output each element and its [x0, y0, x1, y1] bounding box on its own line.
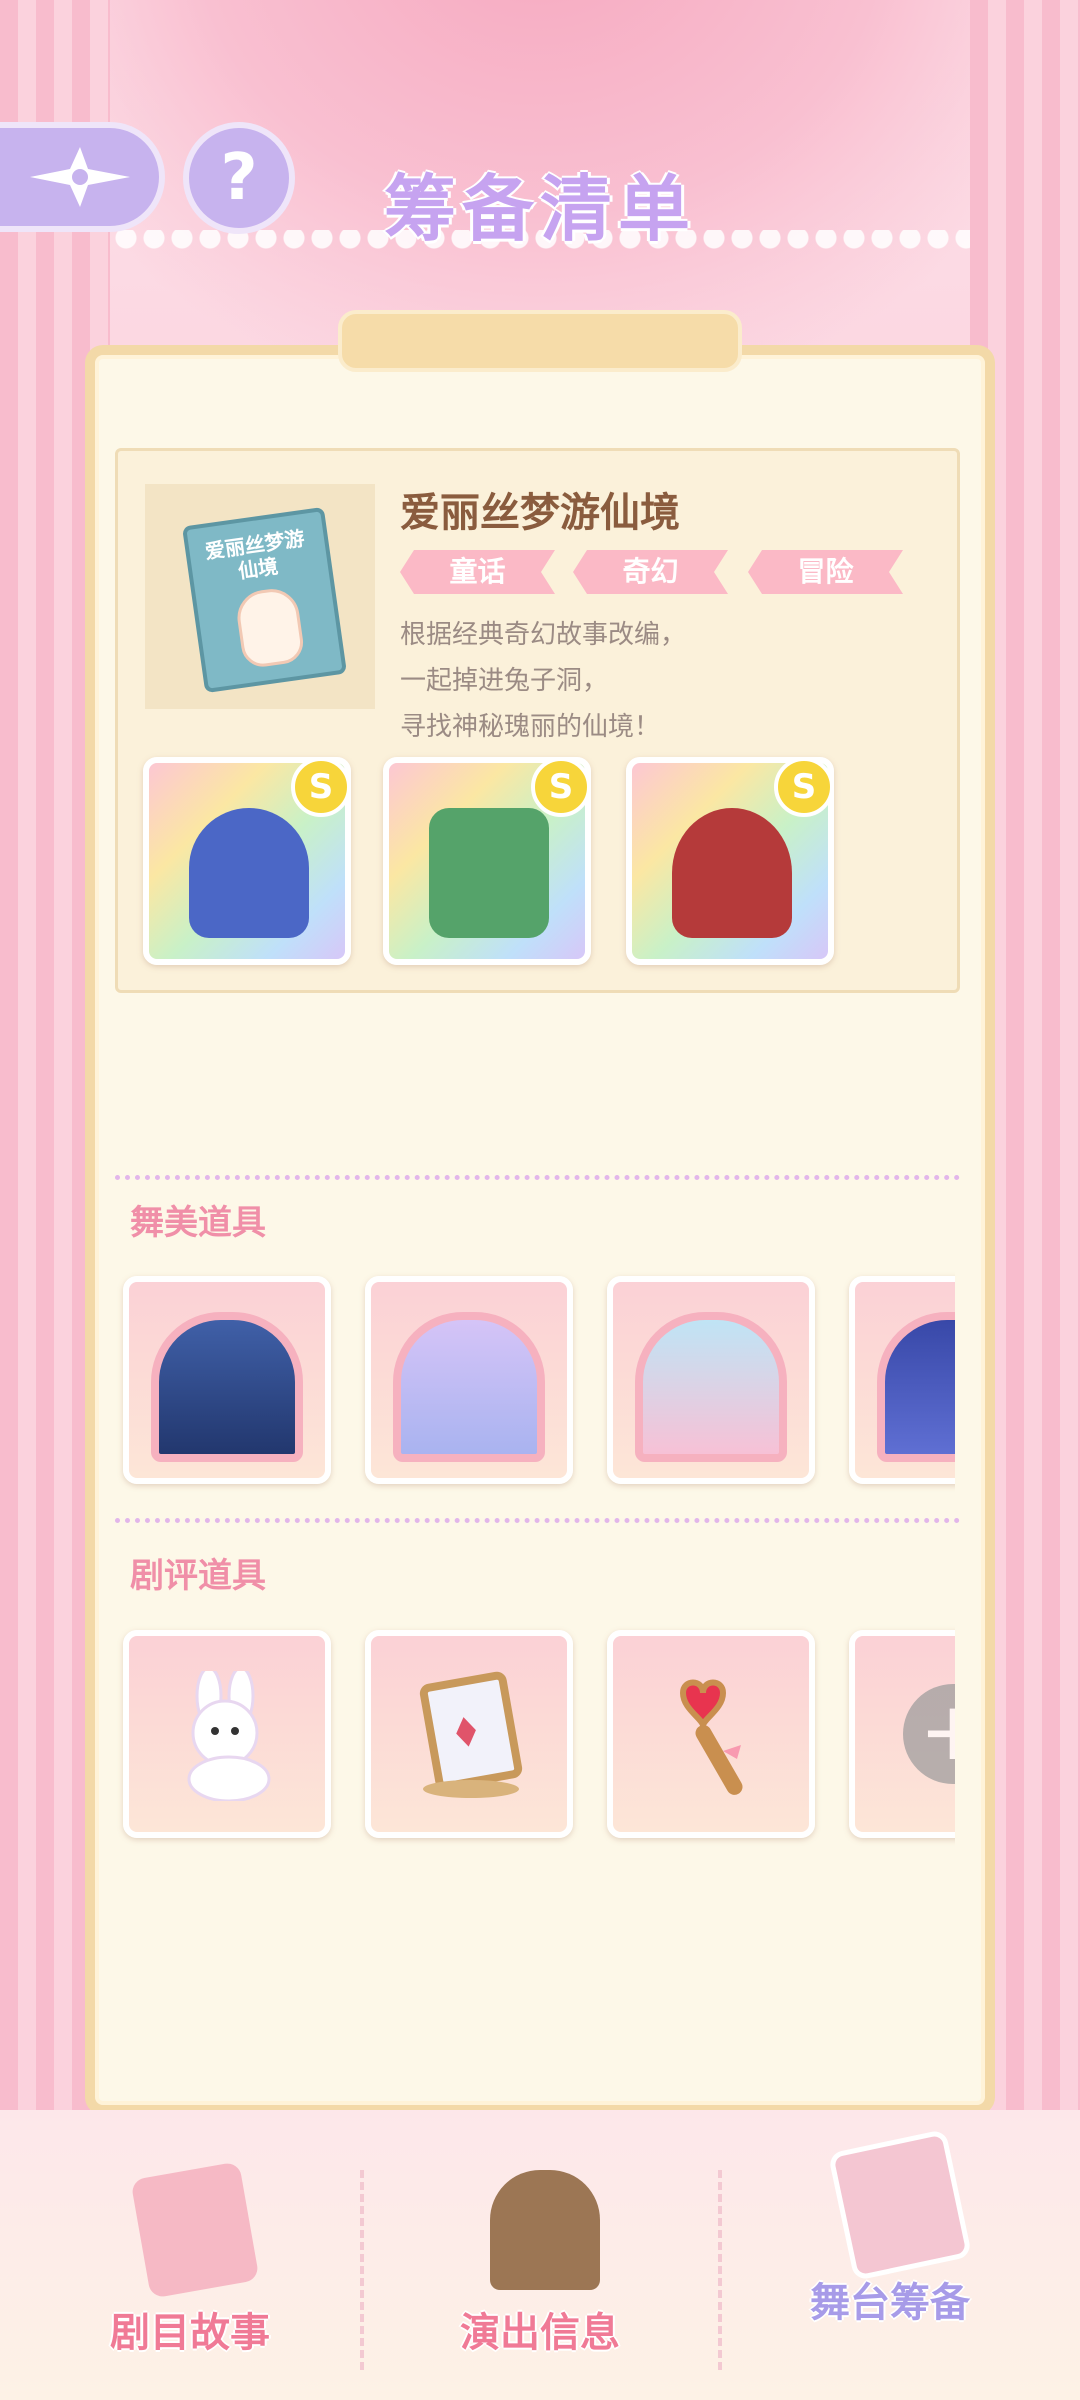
story-book-icon — [130, 2161, 260, 2299]
nav-stage-prep[interactable]: 舞台筹备 — [740, 2120, 1040, 2370]
back-button[interactable] — [0, 122, 165, 232]
stage-scene-icon — [151, 1312, 303, 1462]
rabbit-hat-icon — [672, 808, 792, 938]
review-prop-card-frame[interactable] — [365, 1630, 573, 1838]
jacket-icon — [429, 808, 549, 938]
heart-wand-icon — [679, 1679, 743, 1795]
book-description-line: 一起掉进兔子洞， — [400, 666, 609, 696]
stage-scene-icon — [393, 1312, 545, 1462]
nav-info-label: 演出信息 — [460, 2310, 620, 2356]
stage-scene-icon — [635, 1312, 787, 1462]
review-props-row: + — [115, 1624, 955, 1849]
book-description-line: 根据经典奇幻故事改编， — [400, 620, 687, 650]
nav-story[interactable]: 剧目故事 — [40, 2150, 340, 2400]
sparkle-back-icon — [29, 147, 130, 207]
cover-title: 爱丽丝梦游仙境 — [203, 525, 306, 584]
stage-prop-starry[interactable] — [849, 1276, 955, 1484]
nav-separator — [718, 2170, 722, 2370]
playing-card-frame-icon — [419, 1671, 523, 1798]
stage-props-row — [115, 1270, 955, 1495]
nav-performance-info[interactable]: 演出信息 — [390, 2150, 690, 2400]
bunny-icon — [233, 585, 306, 670]
clipboard-icon — [827, 2128, 973, 2282]
nav-story-label: 剧目故事 — [110, 2310, 270, 2356]
coin-s-icon: S — [531, 757, 591, 817]
costume-item-hat[interactable]: S — [626, 757, 834, 965]
page-title: 筹备清单 — [383, 167, 696, 251]
review-prop-bunny[interactable] — [123, 1630, 331, 1838]
tag-adventure: 冒险 — [748, 550, 903, 594]
help-button[interactable]: ? — [183, 122, 295, 234]
coin-s-icon: S — [291, 757, 351, 817]
coin-s-icon: S — [774, 757, 834, 817]
info-board-icon — [490, 2170, 600, 2290]
board-tab — [338, 310, 742, 372]
book-cover-frame: 爱丽丝梦游仙境 — [145, 484, 375, 709]
nav-separator — [360, 2170, 364, 2370]
review-prop-heart-wand[interactable] — [607, 1630, 815, 1838]
review-prop-add[interactable]: + — [849, 1630, 955, 1838]
section-divider — [115, 1175, 960, 1180]
book-cover: 爱丽丝梦游仙境 — [182, 506, 347, 694]
dress-icon — [189, 808, 309, 938]
costume-item-dress[interactable]: S — [143, 757, 351, 965]
costume-item-jacket[interactable]: S — [383, 757, 591, 965]
stage-prop-night[interactable] — [123, 1276, 331, 1484]
section-divider — [115, 1518, 960, 1523]
book-description-line: 寻找神秘瑰丽的仙境！ — [400, 712, 661, 742]
stage-props-title: 舞美道具 — [130, 1203, 266, 1243]
stage-prop-heart[interactable] — [607, 1276, 815, 1484]
tag-fairytale: 童话 — [400, 550, 555, 594]
tag-fantasy: 奇幻 — [573, 550, 728, 594]
stage-scene-icon — [877, 1312, 955, 1462]
book-title: 爱丽丝梦游仙境 — [400, 490, 680, 536]
review-props-title: 剧评道具 — [130, 1556, 266, 1596]
stage-prop-wonderland[interactable] — [365, 1276, 573, 1484]
nav-stage-prep-label: 舞台筹备 — [810, 2280, 970, 2326]
add-icon: + — [903, 1684, 955, 1784]
bunny-plush-icon — [187, 1671, 271, 1801]
